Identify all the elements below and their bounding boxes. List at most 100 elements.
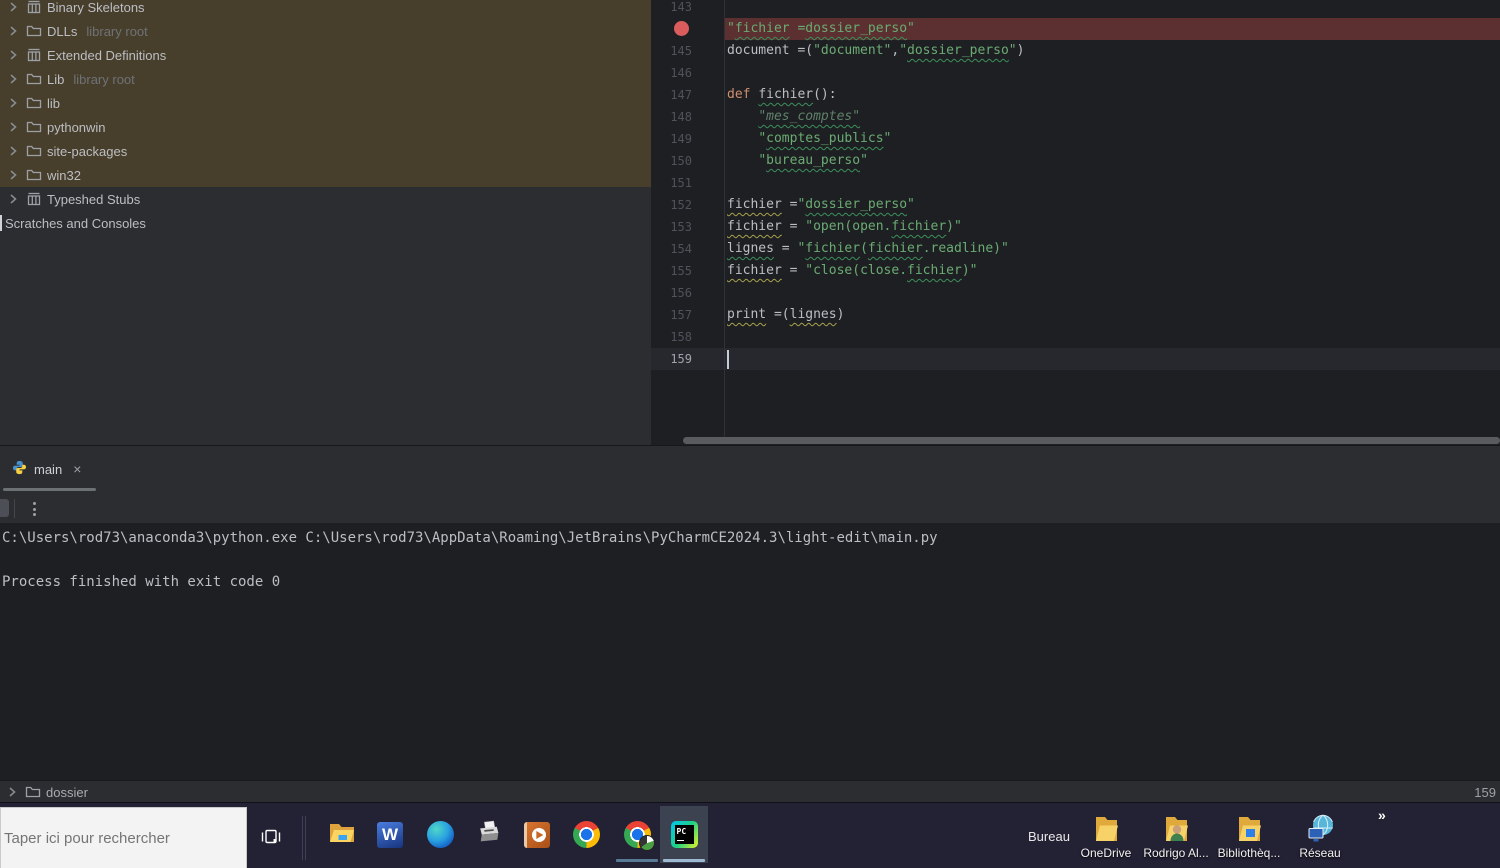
tree-item-win32[interactable]: win32 [0,163,651,187]
code-token: = [773,241,798,256]
desktop-item-rodrigo-al[interactable]: Rodrigo Al... [1141,809,1211,867]
kebab-icon [32,502,36,505]
chrome-profile-taskbar-button[interactable] [613,806,661,863]
code-token: dossier_perso [805,21,908,36]
line-number: 150 [670,154,692,168]
code-line-150: "bureau_perso" [727,150,868,172]
line-number: 145 [670,44,692,58]
tree-item-label: win32 [47,167,81,183]
tree-item-scratches-and-consoles[interactable]: Scratches and Consoles [0,211,651,235]
line-number: 147 [670,88,692,102]
chevron-right-icon[interactable] [4,784,20,800]
file-explorer-taskbar-button[interactable] [318,806,366,863]
code-token: fichier [758,87,814,102]
task-view-button[interactable] [258,824,284,850]
code-token: document =( [727,43,814,58]
code-token: " [883,131,892,146]
line-number: 146 [670,66,692,80]
chevron-right-icon [5,119,21,135]
run-console[interactable]: C:\Users\rod73\anaconda3\python.exe C:\U… [0,523,1500,780]
code-token: " [758,131,767,146]
libraries-folder-icon [1234,809,1264,846]
tree-item-lib[interactable]: lib [0,91,651,115]
code-token: dossier_perso [907,43,1009,58]
desktop-item-r-seau[interactable]: Réseau [1285,809,1355,867]
folder-icon [26,23,42,39]
run-toolbar-partial-button[interactable] [0,499,9,517]
folder-icon [26,95,42,111]
line-number: 143 [670,0,692,14]
code-token: = [781,197,798,212]
status-bar: dossier 159 [0,780,1500,803]
pycharm-icon: PC [670,821,698,848]
edge-icon [426,821,454,848]
current-line-highlight [651,348,1500,370]
printer-taskbar-button[interactable] [464,806,512,863]
python-icon [12,460,27,478]
breakpoint-icon[interactable] [674,21,689,36]
search-input[interactable] [1,828,246,848]
word-icon: W [377,821,403,848]
run-tab-main[interactable]: main × [12,460,81,478]
chrome-profile-icon [623,821,655,851]
tree-item-label: Binary Skeletons [47,0,145,15]
code-editor[interactable]: 143 "fichier =dossier_perso" 145 document =… [651,0,1500,445]
line-number: 159 [670,352,692,366]
line-indicator[interactable]: 159 [1474,781,1496,804]
code-token: fichier [907,263,962,278]
text-caret [727,350,729,369]
code-token: lignes [727,241,774,256]
folder-icon [26,167,42,183]
tree-item-dlls[interactable]: DLLs library root [0,19,651,43]
code-token: dossier_perso [805,197,908,212]
desktop-toolbar-label[interactable]: Bureau [1028,803,1070,868]
chrome-taskbar-button[interactable] [562,806,610,863]
tree-item-extended-definitions[interactable]: Extended Definitions [0,43,651,67]
code-token: "document" [813,43,892,58]
windows-taskbar: Bureau » ?i WPCOneDriveRodrigo Al...Bibl… [0,802,1500,868]
tree-item-site-packages[interactable]: site-packages [0,139,651,163]
code-token: (): [813,87,837,102]
onedrive-icon [1091,809,1121,846]
code-line-149: "comptes_publics" [727,128,891,150]
taskbar-search[interactable] [0,807,247,868]
console-command-line: C:\Users\rod73\anaconda3\python.exe C:\U… [2,530,938,546]
code-token: ) [1016,43,1025,58]
code-token: .readline)" [922,241,1009,256]
tree-item-label: DLLs [47,23,78,39]
desktop-item-biblioth-q[interactable]: Bibliothèq... [1214,809,1284,867]
pycharm-taskbar-button[interactable]: PC [660,806,708,863]
chevron-right-icon [5,0,21,15]
tree-item-lib[interactable]: Lib library root [0,67,651,91]
code-token: ) [836,307,845,322]
chevron-right-icon [5,191,21,207]
run-tool-window: main × C:\Users\rod73\anaconda3\python.e… [0,445,1500,803]
desktop-item-onedrive[interactable]: OneDrive [1071,809,1141,867]
code-line-153: fichier = "open(open.fichier)" [727,216,962,238]
chevron-right-icon [5,47,21,63]
toolbar-overflow-chevron[interactable]: » [1378,807,1386,823]
code-token: lignes [789,307,837,322]
desktop-item-label: Réseau [1299,846,1341,860]
word-taskbar-button[interactable]: W [366,806,414,863]
edge-taskbar-button[interactable] [416,806,464,863]
file-explorer-icon [328,818,356,851]
media-player-taskbar-button[interactable] [513,806,561,863]
code-token: " [758,153,767,168]
code-token: )" [946,219,962,234]
more-options-button[interactable] [26,498,42,520]
tree-item-binary-skeletons[interactable]: Binary Skeletons [0,0,651,19]
tree-item-label: Lib [47,71,65,87]
code-token: " [860,153,868,168]
code-line-144: "fichier =dossier_perso" [727,18,915,40]
horizontal-scrollbar[interactable] [683,437,1500,444]
code-token: fichier [734,21,790,36]
code-token: fichier [891,219,947,234]
close-icon[interactable]: × [73,461,81,477]
tree-item-label: Typeshed Stubs [47,191,141,207]
tree-item-pythonwin[interactable]: pythonwin [0,115,651,139]
status-item-label[interactable]: dossier [46,785,88,800]
tree-item-typeshed-stubs[interactable]: Typeshed Stubs [0,187,651,211]
line-number: 149 [670,132,692,146]
chrome-icon [572,821,600,848]
